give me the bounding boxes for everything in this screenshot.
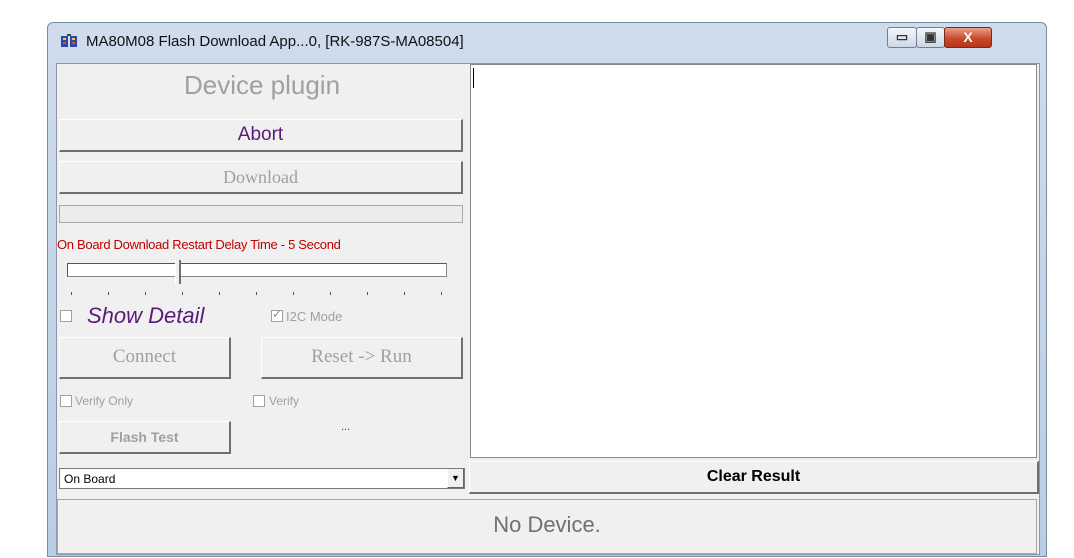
window-title: MA80M08 Flash Download App...0, [RK-987S… — [86, 33, 464, 50]
delay-time-label: On Board Download Restart Delay Time - 5… — [57, 237, 341, 252]
mode-select-value: On Board — [64, 472, 116, 486]
i2c-mode-label: I2C Mode — [286, 309, 343, 324]
flash-test-button[interactable]: Flash Test — [59, 421, 231, 454]
dropdown-arrow-icon[interactable]: ▼ — [447, 469, 464, 488]
delay-slider-thumb[interactable] — [175, 260, 181, 284]
abort-button[interactable]: Abort — [59, 119, 463, 152]
verify-checkbox[interactable] — [253, 395, 265, 407]
reset-run-button[interactable]: Reset -> Run — [261, 337, 463, 379]
plugin-title: Device plugin — [183, 70, 341, 100]
text-caret — [473, 68, 474, 88]
app-window: MA80M08 Flash Download App...0, [RK-987S… — [47, 22, 1047, 557]
control-panel: Device plugin Abort Download On Board Do… — [57, 64, 467, 499]
mode-select[interactable]: On Board ▼ — [59, 468, 465, 489]
download-button[interactable]: Download — [59, 161, 463, 194]
download-progress-bar — [59, 205, 463, 223]
connect-button[interactable]: Connect — [59, 337, 231, 379]
maximize-icon: ▣ — [924, 29, 937, 44]
app-icon — [61, 34, 77, 47]
result-textarea[interactable] — [470, 64, 1037, 458]
client-area: Device plugin Abort Download On Board Do… — [56, 63, 1040, 555]
title-bar[interactable]: MA80M08 Flash Download App...0, [RK-987S… — [48, 23, 1046, 63]
status-dots: ... — [341, 421, 351, 433]
minimize-button[interactable]: ▭ — [887, 27, 917, 48]
verify-only-checkbox[interactable] — [60, 395, 72, 407]
maximize-button[interactable]: ▣ — [916, 27, 945, 48]
minimize-icon: ▭ — [895, 29, 909, 44]
clear-result-button[interactable]: Clear Result — [469, 461, 1039, 494]
device-status: No Device. — [57, 499, 1037, 554]
delay-slider-track[interactable] — [67, 263, 447, 277]
show-detail-label: Show Detail — [87, 303, 205, 328]
show-detail-checkbox[interactable] — [60, 310, 72, 322]
slider-ticks — [71, 292, 447, 298]
i2c-mode-checkbox[interactable] — [271, 307, 283, 322]
verify-only-label: Verify Only — [75, 394, 134, 408]
close-icon: X — [963, 29, 973, 45]
close-button[interactable]: X — [944, 27, 992, 48]
verify-label: Verify — [269, 394, 300, 408]
